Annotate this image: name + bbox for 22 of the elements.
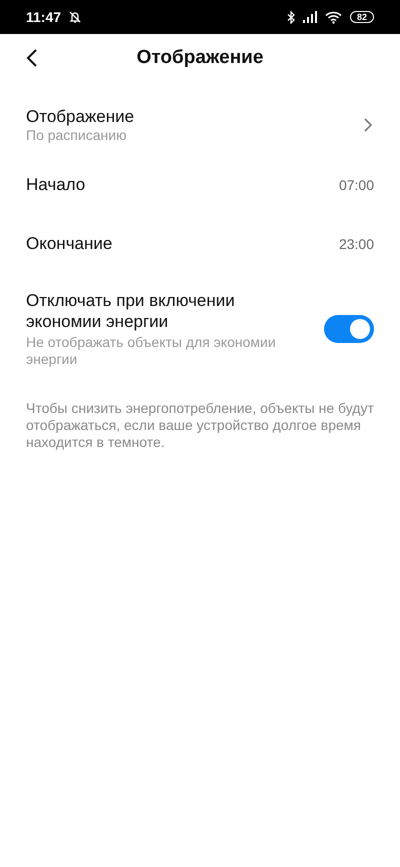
time-setting-row[interactable]: Окончание 23:00 xyxy=(0,214,400,273)
time-setting-row[interactable]: Начало 07:00 xyxy=(0,155,400,214)
status-time: 11:47 xyxy=(26,9,62,25)
setting-value: 23:00 xyxy=(338,236,374,252)
page-title: Отображение xyxy=(136,47,264,69)
back-icon xyxy=(26,48,38,68)
footer-note: Чтобы снизить энергопотребление, объекты не будут отображаться, если ваше устройство долгое время находится в темноте. xyxy=(26,400,374,451)
setting-title: Отключать при включении экономии энергии xyxy=(26,290,236,332)
wifi-icon xyxy=(324,10,343,24)
toggle-switch[interactable] xyxy=(324,315,374,343)
bell-off-icon xyxy=(68,10,82,24)
setting-subtitle: По расписанию xyxy=(26,127,128,144)
bluetooth-icon xyxy=(286,10,295,24)
setting-title: Отображение xyxy=(26,106,134,127)
setting-title: Начало xyxy=(26,174,86,195)
setting-title: Окончание xyxy=(26,233,112,254)
chevron-right-icon xyxy=(364,118,372,132)
setting-subtitle: Не отображать объекты для экономии энергии xyxy=(26,334,277,368)
battery-indicator: 82 xyxy=(350,11,374,23)
setting-value: 07:00 xyxy=(338,176,374,192)
signal-icon xyxy=(302,11,318,23)
schedule-setting-row[interactable]: Отображение По расписанию xyxy=(0,95,400,155)
